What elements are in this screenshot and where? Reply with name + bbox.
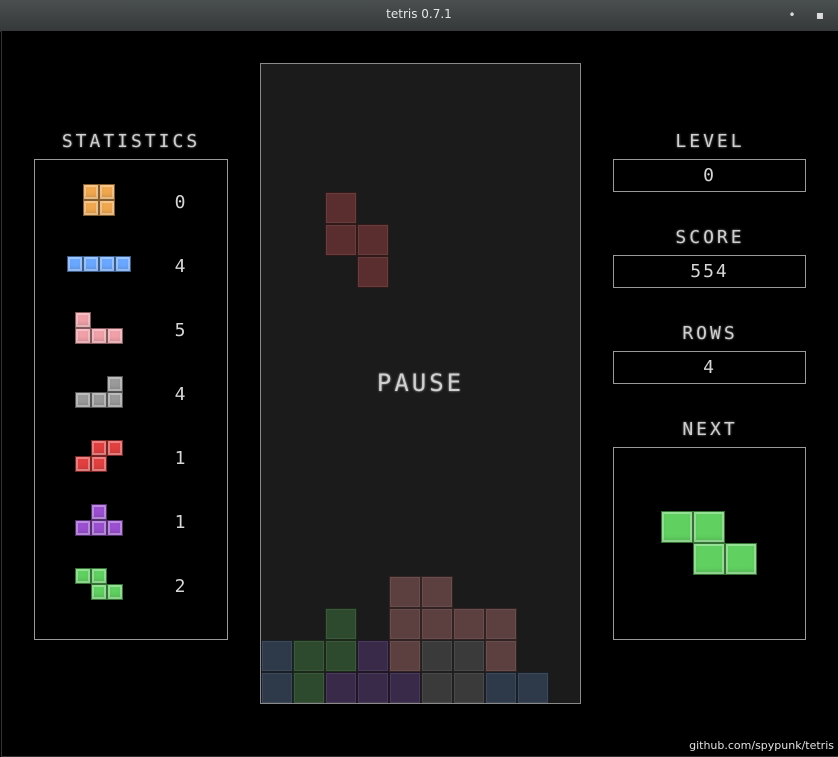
piece-block	[75, 568, 91, 584]
statistics-title: STATISTICS	[61, 131, 201, 152]
window-title: tetris 0.7.1	[386, 7, 452, 21]
piece-block	[83, 256, 99, 272]
statistics-row: 4	[35, 248, 227, 288]
rows-label: ROWS	[682, 323, 738, 344]
stack-block	[453, 640, 485, 672]
piece-block	[107, 392, 123, 408]
stack-block	[421, 672, 453, 703]
stack-block	[421, 640, 453, 672]
stack-block	[517, 672, 549, 703]
piece-count: 4	[174, 256, 186, 277]
stack-block	[421, 608, 453, 640]
stack-block	[485, 608, 517, 640]
stack-block	[261, 672, 293, 703]
stack-block	[453, 608, 485, 640]
stack-block	[357, 640, 389, 672]
next-piece-block	[693, 511, 725, 543]
piece-block	[91, 568, 107, 584]
stack-block	[453, 672, 485, 703]
piece-block	[107, 376, 123, 392]
piece-block	[107, 520, 123, 536]
piece-count: 5	[174, 320, 186, 341]
piece-count: 0	[174, 192, 186, 213]
minimize-button[interactable]: •	[785, 8, 799, 22]
piece-block	[99, 184, 115, 200]
piece-block	[107, 440, 123, 456]
piece-block	[75, 312, 91, 328]
piece-block	[107, 328, 123, 344]
piece-block	[75, 520, 91, 536]
next-piece-block	[725, 543, 757, 575]
statistics-row: 0	[35, 184, 227, 224]
piece-block	[91, 328, 107, 344]
next-piece-block	[693, 543, 725, 575]
score-value: 554	[613, 255, 806, 288]
piece-block	[91, 584, 107, 600]
piece-block	[91, 440, 107, 456]
next-piece-panel	[613, 447, 806, 640]
piece-block	[91, 392, 107, 408]
piece-block	[83, 184, 99, 200]
active-piece-block	[357, 224, 389, 256]
stack-block	[421, 576, 453, 608]
stack-block	[293, 640, 325, 672]
level-value: 0	[613, 159, 806, 192]
piece-block	[107, 584, 123, 600]
next-piece-block	[661, 511, 693, 543]
piece-block	[115, 256, 131, 272]
piece-block	[91, 504, 107, 520]
piece-block	[75, 328, 91, 344]
game-board: PAUSE	[260, 63, 581, 704]
stack-block	[325, 672, 357, 703]
footer-link[interactable]: github.com/spypunk/tetris	[689, 739, 834, 752]
piece-block	[99, 256, 115, 272]
statistics-row: 2	[35, 568, 227, 608]
stack-block	[389, 608, 421, 640]
statistics-row: 4	[35, 376, 227, 416]
stack-block	[325, 608, 357, 640]
piece-count: 2	[174, 576, 186, 597]
title-bar: tetris 0.7.1 • ▪	[0, 0, 838, 32]
active-piece-block	[357, 256, 389, 288]
stack-block	[389, 672, 421, 703]
level-label: LEVEL	[675, 131, 745, 152]
statistics-row: 5	[35, 312, 227, 352]
piece-block	[91, 456, 107, 472]
stack-block	[325, 640, 357, 672]
piece-count: 1	[174, 448, 186, 469]
piece-block	[83, 200, 99, 216]
stack-block	[485, 672, 517, 703]
piece-block	[75, 392, 91, 408]
statistics-row: 1	[35, 440, 227, 480]
pause-label: PAUSE	[376, 369, 465, 397]
stack-block	[485, 640, 517, 672]
active-piece-block	[325, 192, 357, 224]
statistics-row: 1	[35, 504, 227, 544]
stack-block	[293, 672, 325, 703]
score-label: SCORE	[675, 227, 745, 248]
piece-block	[67, 256, 83, 272]
statistics-panel: 0 4 5 4 1 1 2	[34, 159, 228, 640]
active-piece-block	[325, 224, 357, 256]
piece-block	[75, 456, 91, 472]
stack-block	[261, 640, 293, 672]
piece-count: 4	[174, 384, 186, 405]
stack-block	[357, 672, 389, 703]
stack-block	[389, 640, 421, 672]
next-label: NEXT	[682, 419, 738, 440]
game-window: STATISTICS 0 4 5 4 1 1 2 PAUSE LEVEL 0 SCORE 5…	[1, 31, 838, 757]
piece-block	[99, 200, 115, 216]
piece-block	[91, 520, 107, 536]
rows-value: 4	[613, 351, 806, 384]
maximize-button[interactable]: ▪	[813, 8, 827, 22]
stack-block	[389, 576, 421, 608]
piece-count: 1	[174, 512, 186, 533]
